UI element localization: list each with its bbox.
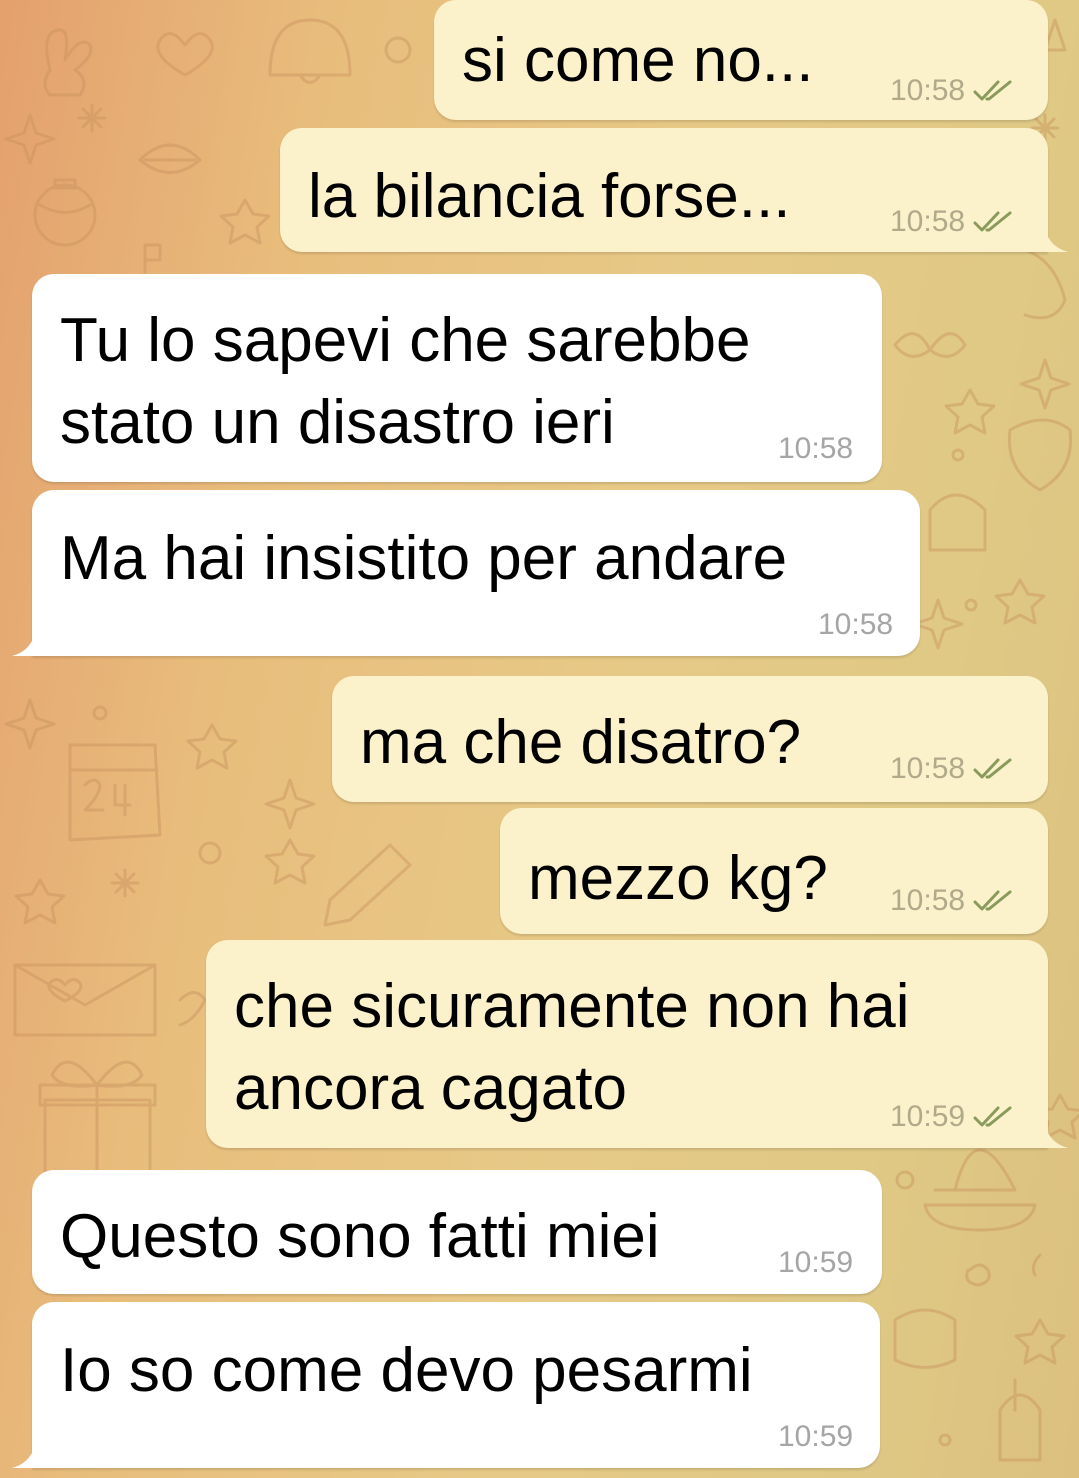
incoming-message-bubble[interactable]: Ma hai insistito per andare 10:58 [12, 490, 920, 656]
message-text: ma che disatro? [360, 708, 802, 777]
message-timestamp: 10:58 [818, 608, 894, 641]
message-timestamp: 10:58 [890, 884, 966, 917]
message-text: si come no... [462, 26, 814, 95]
double-check-icon [973, 1106, 1012, 1127]
incoming-message-bubble[interactable]: Tu lo sapevi che sarebbe stato un disast… [32, 274, 882, 482]
message-timestamp: 10:58 [890, 74, 966, 107]
message-text: Tu lo sapevi che sarebbe stato un disast… [60, 306, 751, 457]
double-check-icon [973, 758, 1012, 779]
double-check-icon [973, 80, 1012, 101]
message-timestamp: 10:59 [778, 1246, 854, 1279]
message-text: Io so come devo pesarmi [60, 1336, 753, 1405]
message-meta: 10:58 [890, 884, 1013, 918]
message-meta: 10:59 [890, 1100, 1013, 1134]
message-timestamp: 10:59 [890, 1100, 966, 1133]
outgoing-message-bubble[interactable]: si come no... 10:58 [434, 0, 1048, 120]
incoming-message-bubble[interactable]: Questo sono fatti miei 10:59 [32, 1170, 882, 1294]
double-check-icon [973, 211, 1012, 232]
message-text: mezzo kg? [528, 844, 828, 913]
message-text: che sicuramente non hai ancora cagato [234, 972, 910, 1123]
message-timestamp: 10:59 [778, 1420, 854, 1453]
outgoing-message-bubble[interactable]: che sicuramente non hai ancora cagato 10:… [206, 940, 1068, 1148]
message-meta: 10:59 [778, 1420, 853, 1454]
message-meta: 10:58 [778, 432, 853, 466]
message-timestamp: 10:58 [890, 752, 966, 785]
bubble-tail [12, 626, 36, 656]
message-text: Ma hai insistito per andare [60, 524, 788, 593]
message-meta: 10:58 [890, 205, 1013, 239]
outgoing-message-bubble[interactable]: la bilancia forse... 10:58 [280, 128, 1068, 252]
bubble-tail [1044, 222, 1068, 252]
outgoing-message-bubble[interactable]: ma che disatro? 10:58 [332, 676, 1048, 802]
message-meta: 10:58 [818, 608, 893, 642]
message-meta: 10:58 [890, 74, 1013, 108]
message-text: la bilancia forse... [308, 162, 791, 231]
message-timestamp: 10:58 [890, 205, 966, 238]
outgoing-message-bubble[interactable]: mezzo kg? 10:58 [500, 808, 1048, 934]
bubble-tail [1044, 1118, 1068, 1148]
bubble-tail [12, 1438, 36, 1468]
incoming-message-bubble[interactable]: Io so come devo pesarmi 10:59 [12, 1302, 880, 1468]
message-timestamp: 10:58 [778, 432, 854, 465]
double-check-icon [973, 890, 1012, 911]
message-meta: 10:58 [890, 752, 1013, 786]
message-meta: 10:59 [778, 1246, 853, 1280]
message-text: Questo sono fatti miei [60, 1202, 660, 1271]
